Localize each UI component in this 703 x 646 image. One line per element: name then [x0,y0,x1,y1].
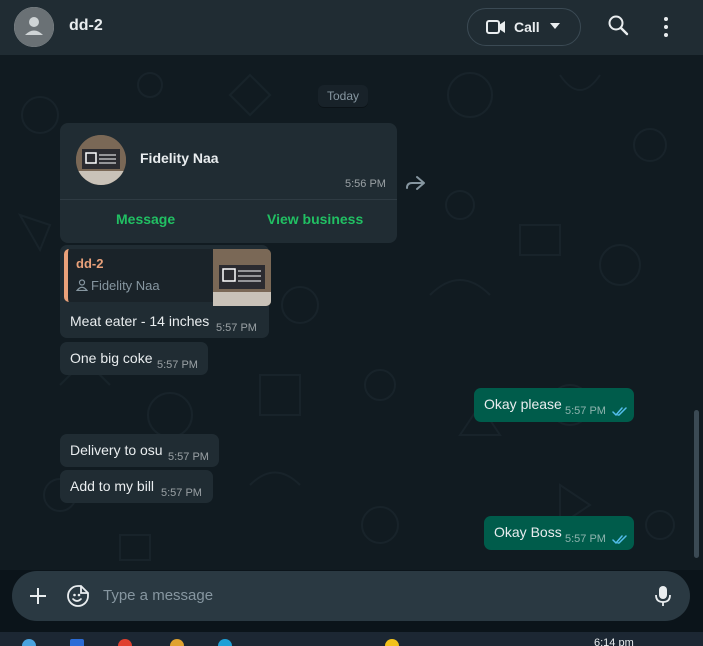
chat-area[interactable]: Today Fidelity Naa 5:56 PM Message View … [0,55,703,570]
message-input[interactable]: Type a message [103,587,213,604]
quote-thumbnail [213,249,271,306]
search-icon[interactable] [607,14,629,36]
message-time: 5:57 PM [157,359,198,371]
message-time: 5:57 PM [216,322,257,334]
avatar-icon [14,7,54,47]
quote-sender: dd-2 [76,256,104,271]
business-name: Fidelity Naa [140,150,219,166]
message-text: Meat eater - 14 inches [70,313,210,329]
emoji-sticker-icon[interactable] [66,584,90,608]
more-vert-icon[interactable] [656,16,676,38]
message-text: Okay please [484,396,562,412]
chevron-down-icon[interactable] [550,23,560,29]
chat-header: dd-2 Call [0,0,703,55]
taskbar-app-icon[interactable] [385,639,399,646]
message-time: 5:57 PM [565,533,606,545]
business-profile-picture[interactable] [76,135,126,185]
business-logo-image [213,249,271,306]
call-button[interactable]: Call [467,8,581,46]
contact-person-icon [75,279,89,292]
message-composer: Type a message [12,571,690,621]
message-text: Add to my bill [70,478,155,494]
message-bubble-incoming[interactable]: Delivery to osu 5:57 PM [60,434,219,467]
business-card: Fidelity Naa 5:56 PM Message View busine… [60,123,397,243]
message-business-button[interactable]: Message [116,211,175,227]
microphone-icon[interactable] [653,584,673,608]
message-bubble-incoming[interactable]: Add to my bill 5:57 PM [60,470,213,503]
divider [60,199,397,200]
message-text: One big coke [70,350,153,366]
message-bubble-incoming[interactable]: dd-2 Fidelity Naa Meat eater - 14 inches… [60,245,271,338]
quote-subtitle-text: Fidelity Naa [91,278,160,293]
reply-quote[interactable]: dd-2 Fidelity Naa [64,249,271,306]
message-time: 5:57 PM [565,405,606,417]
video-camera-icon [486,20,505,34]
message-time: 5:57 PM [161,487,202,499]
taskbar-app-icon[interactable] [70,639,84,646]
message-text: Delivery to osu [70,442,163,458]
avatar[interactable] [14,7,54,47]
day-chip: Today [318,85,369,107]
call-label: Call [514,19,540,35]
forward-icon[interactable] [404,175,426,191]
read-receipt-icon [612,535,627,544]
os-taskbar: 6:14 pm [0,632,703,646]
message-time: 5:56 PM [345,178,386,190]
taskbar-app-icon[interactable] [218,639,232,646]
message-bubble-outgoing[interactable]: Okay Boss 5:57 PM [484,516,634,550]
chat-scrollbar[interactable] [694,410,699,558]
message-bubble-outgoing[interactable]: Okay please 5:57 PM [474,388,634,422]
taskbar-app-icon[interactable] [22,639,36,646]
business-logo-image [76,135,126,185]
taskbar-app-icon[interactable] [118,639,132,646]
message-bubble-incoming[interactable]: One big coke 5:57 PM [60,342,208,375]
view-business-button[interactable]: View business [267,211,363,227]
attach-plus-icon[interactable] [26,584,50,608]
taskbar-clock: 6:14 pm [594,637,634,646]
read-receipt-icon [612,407,627,416]
quote-subtitle: Fidelity Naa [75,278,160,293]
taskbar-app-icon[interactable] [170,639,184,646]
message-text: Okay Boss [494,524,562,540]
chat-title[interactable]: dd-2 [69,17,103,35]
message-time: 5:57 PM [168,451,209,463]
